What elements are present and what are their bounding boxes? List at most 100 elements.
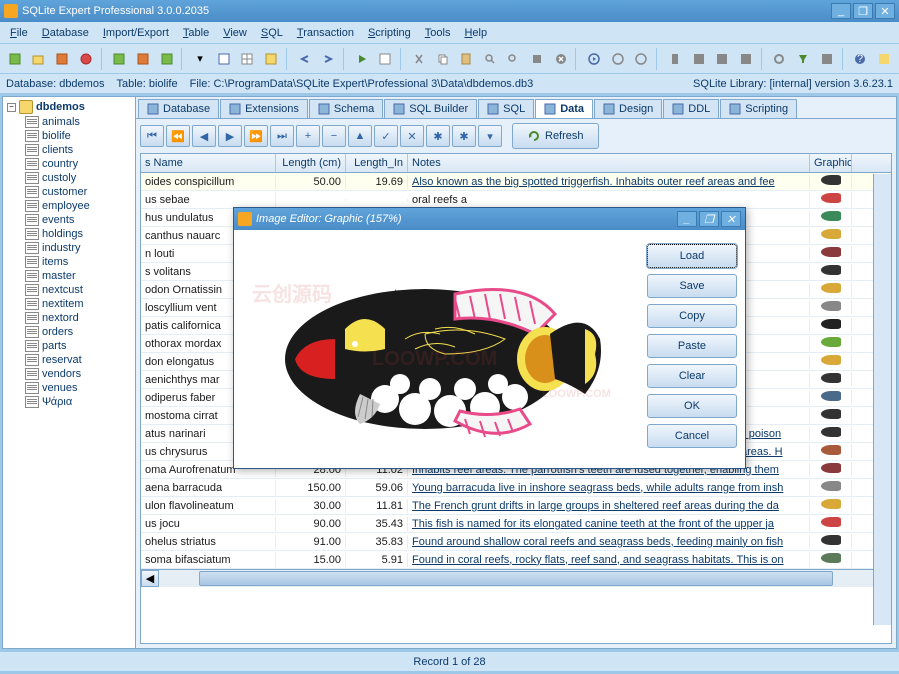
table-row[interactable]: soma bifasciatum15.005.91Found in coral … [141,551,891,569]
tree-item-nextitem[interactable]: nextitem [5,297,133,311]
tb-grid[interactable] [237,48,259,70]
col-length-in[interactable]: Length_In [346,154,408,172]
tree-item-holdings[interactable]: holdings [5,227,133,241]
tree-item-country[interactable]: country [5,157,133,171]
table-row[interactable]: ulon flavolineatum30.0011.81The French g… [141,497,891,515]
menu-sql[interactable]: SQL [255,25,289,41]
nav-delete[interactable]: − [322,125,346,147]
nav-prev-page[interactable]: ⏪ [166,125,190,147]
object-tree[interactable]: − dbdemos animalsbiolifeclientscountrycu… [3,97,136,648]
tree-item-biolife[interactable]: biolife [5,129,133,143]
tree-item-employee[interactable]: employee [5,199,133,213]
nav-first[interactable]: ⏮ [140,125,164,147]
tree-item-vendors[interactable]: vendors [5,367,133,381]
nav-last[interactable]: ⏭ [270,125,294,147]
tree-item-reservat[interactable]: reservat [5,353,133,367]
tb-rollback[interactable] [631,48,653,70]
clear-button[interactable]: Clear [647,364,737,388]
menu-table[interactable]: Table [177,25,215,41]
tb-copy[interactable] [432,48,454,70]
save-button[interactable]: Save [647,274,737,298]
scroll-left-button[interactable]: ◀ [141,570,159,587]
tab-sql[interactable]: SQL [478,99,534,118]
maximize-button[interactable]: ❐ [853,3,873,19]
table-row[interactable]: us jocu90.0035.43This fish is named for … [141,515,891,533]
col-name[interactable]: s Name [141,154,276,172]
col-graphic[interactable]: Graphic [810,154,852,172]
copy-button[interactable]: Copy [647,304,737,328]
tb-s2[interactable] [711,48,733,70]
tb-export[interactable] [260,48,282,70]
tb-filter[interactable] [792,48,814,70]
tb-bookmark[interactable] [664,48,686,70]
tb-s1[interactable] [688,48,710,70]
tree-item-master[interactable]: master [5,269,133,283]
col-length-cm[interactable]: Length (cm) [276,154,346,172]
tb-calendar[interactable] [213,48,235,70]
col-notes[interactable]: Notes [408,154,810,172]
tb-commit[interactable] [607,48,629,70]
tab-database[interactable]: Database [138,99,219,118]
tree-item-events[interactable]: events [5,213,133,227]
tb-new-table[interactable] [108,48,130,70]
tb-undo[interactable] [294,48,316,70]
menu-file[interactable]: File [4,25,34,41]
tab-scripting[interactable]: Scripting [720,99,797,118]
nav-post[interactable]: ✓ [374,125,398,147]
menu-database[interactable]: Database [36,25,95,41]
nav-ref2[interactable]: ✱ [452,125,476,147]
tb-new-view[interactable] [132,48,154,70]
tb-delete[interactable] [550,48,572,70]
tb-config[interactable] [526,48,548,70]
nav-cancel[interactable]: ✕ [400,125,424,147]
collapse-icon[interactable]: − [7,103,16,112]
dialog-maximize[interactable]: ❐ [699,211,719,227]
tb-redo[interactable] [317,48,339,70]
tab-design[interactable]: Design [594,99,662,118]
tb-new-index[interactable] [156,48,178,70]
load-button[interactable]: Load [647,244,737,268]
tree-item-animals[interactable]: animals [5,115,133,129]
menu-tools[interactable]: Tools [419,25,457,41]
tree-root[interactable]: − dbdemos [5,99,133,115]
nav-bookmark[interactable]: ▾ [478,125,502,147]
refresh-button[interactable]: Refresh [512,123,599,149]
tree-item-nextord[interactable]: nextord [5,311,133,325]
tb-help[interactable]: ? [849,48,871,70]
tb-open-db[interactable] [28,48,50,70]
vertical-scrollbar[interactable] [873,174,891,625]
tb-find[interactable] [479,48,501,70]
tree-item-custoly[interactable]: custoly [5,171,133,185]
tb-s3[interactable] [735,48,757,70]
tb-new-db[interactable] [4,48,26,70]
scroll-thumb[interactable] [199,571,833,586]
tab-extensions[interactable]: Extensions [220,99,308,118]
tb-run[interactable] [351,48,373,70]
cancel-button[interactable]: Cancel [647,424,737,448]
nav-prev[interactable]: ◀ [192,125,216,147]
nav-add[interactable]: + [296,125,320,147]
tree-item-items[interactable]: items [5,255,133,269]
dialog-titlebar[interactable]: Image Editor: Graphic (157%) _ ❐ ✕ [234,208,745,230]
table-row[interactable]: aena barracuda150.0059.06Young barracuda… [141,479,891,497]
nav-next-page[interactable]: ⏩ [244,125,268,147]
tree-item-nextcust[interactable]: nextcust [5,283,133,297]
horizontal-scrollbar[interactable]: ◀ ▶ [141,569,891,587]
tree-item-customer[interactable]: customer [5,185,133,199]
tree-item-industry[interactable]: industry [5,241,133,255]
tab-schema[interactable]: Schema [309,99,383,118]
tb-paste[interactable] [455,48,477,70]
dialog-minimize[interactable]: _ [677,211,697,227]
minimize-button[interactable]: _ [831,3,851,19]
close-button[interactable]: ✕ [875,3,895,19]
tb-cut[interactable] [408,48,430,70]
nav-next[interactable]: ▶ [218,125,242,147]
tb-close-db[interactable] [51,48,73,70]
tb-about[interactable] [873,48,895,70]
tb-settings[interactable] [769,48,791,70]
menu-import-export[interactable]: Import/Export [97,25,175,41]
tab-data[interactable]: Data [535,99,593,118]
paste-button[interactable]: Paste [647,334,737,358]
table-row[interactable]: oides conspicillum50.0019.69Also known a… [141,173,891,191]
tab-sql-builder[interactable]: SQL Builder [384,99,477,118]
